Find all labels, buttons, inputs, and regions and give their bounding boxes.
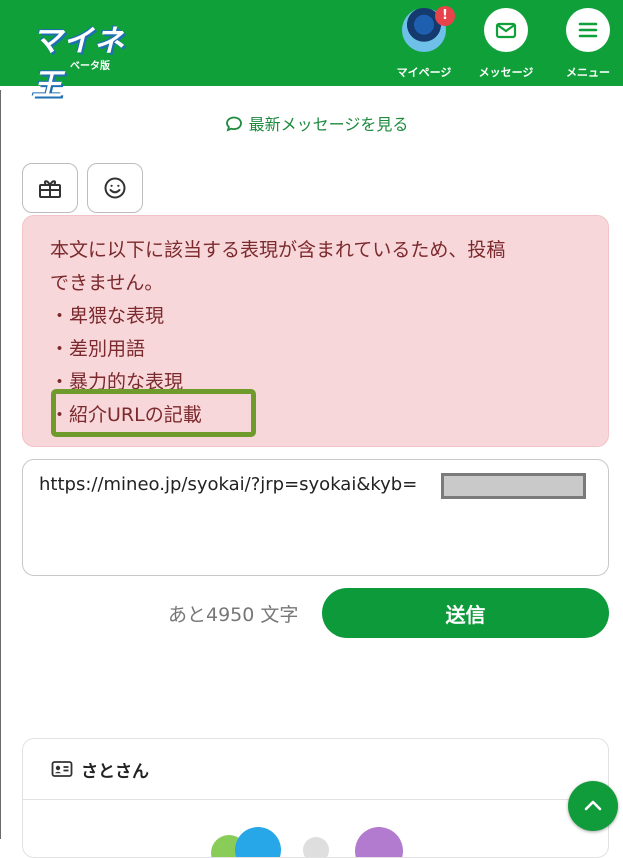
logo-beta-label: ベータ版	[70, 61, 110, 72]
gift-icon	[39, 180, 61, 198]
error-line: 本文に以下に該当する表現が含まれているため、投稿	[50, 239, 506, 261]
chevron-up-icon	[584, 800, 602, 811]
error-line: ・差別用語	[50, 338, 146, 360]
hamburger-icon	[566, 8, 610, 52]
chat-bubble-icon	[225, 116, 242, 132]
mineo-logo[interactable]: マイネ王 ベータ版	[32, 16, 154, 103]
avatar: !	[402, 6, 455, 52]
decorative-shape	[355, 827, 403, 857]
send-button[interactable]: 送信	[322, 588, 609, 638]
app-header: マイネ王 ベータ版 ! マイページ メッセージ メニュー	[0, 0, 623, 103]
smile-icon	[104, 177, 126, 199]
mypage-label: マイページ	[396, 66, 452, 79]
notification-badge: !	[435, 6, 455, 26]
gift-button[interactable]	[22, 163, 78, 213]
latest-messages-link[interactable]: 最新メッセージを見る	[0, 111, 623, 135]
user-card-header: さとさん	[23, 739, 608, 800]
menu-label: メニュー	[566, 66, 610, 79]
scroll-to-top-button[interactable]	[568, 781, 618, 831]
user-name: さとさん	[81, 761, 149, 782]
envelope-icon	[484, 8, 528, 52]
left-edge-rule	[0, 90, 1, 839]
menu-button[interactable]: メニュー	[548, 8, 623, 82]
post-text: https://mineo.jp/syokai/?jrp=syokai&kyb=	[39, 474, 418, 495]
decorative-shape	[235, 827, 281, 857]
mypage-button[interactable]: ! マイページ	[384, 6, 464, 82]
id-card-icon	[51, 761, 73, 777]
message-button[interactable]: メッセージ	[466, 8, 546, 82]
message-label: メッセージ	[478, 66, 534, 79]
char-counter: あと4950 文字	[168, 604, 299, 626]
user-card: さとさん	[22, 738, 609, 858]
decorative-shape	[303, 837, 329, 857]
latest-messages-label: 最新メッセージを見る	[248, 115, 409, 134]
highlight-frame	[51, 389, 256, 437]
redaction-box	[441, 473, 586, 499]
error-line: ・卑猥な表現	[50, 305, 165, 327]
emoji-button[interactable]	[87, 163, 143, 213]
error-line: できません。	[50, 272, 164, 294]
